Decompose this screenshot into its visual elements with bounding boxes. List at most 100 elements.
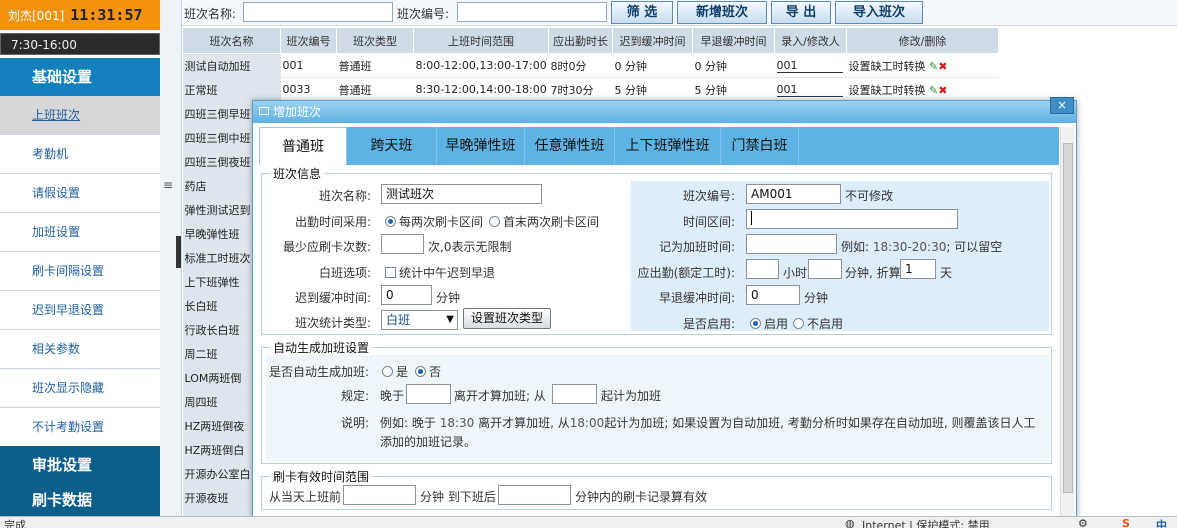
col-header[interactable]: 班次类型 [336,27,414,54]
menu-section-approval[interactable]: 审批设置 [0,446,160,484]
day-equivalent-input[interactable]: 1 [900,259,936,279]
convert-link[interactable]: 设置缺工时转换 [849,84,926,97]
menu-item-shift-visibility[interactable]: 班次显示隐藏 [0,369,160,408]
settings-icon[interactable]: ⚙ [1078,517,1088,528]
delete-icon[interactable]: ✖ [938,84,947,97]
tab-access-day[interactable]: 门禁白班 [721,127,799,165]
radio-icon [385,216,396,227]
min-punch-label: 最少应刷卡次数: [282,240,371,254]
close-icon[interactable]: × [1050,97,1074,114]
tab-flex-any[interactable]: 任意弹性班 [525,127,615,165]
min-punch-input[interactable] [381,234,424,254]
col-header[interactable]: 应出勤时长 [548,27,613,54]
time-range-label: 时间区间: [682,215,735,229]
menu-section-card-data[interactable]: 刷卡数据 [0,484,160,516]
rule-label: 规定: [340,389,369,403]
col-header[interactable]: 班次名称 [182,27,281,54]
export-button[interactable]: 导 出 [771,1,831,24]
due-hours-label: 应出勤(额定工时): [637,266,735,280]
noon-late-checkbox[interactable]: 统计中午迟到早退 [385,264,495,281]
add-shift-button[interactable]: 新增班次 [677,1,767,24]
radio-icon [415,366,426,377]
punch-option-first-last[interactable]: 首末两次刷卡区间 [489,213,599,230]
tab-flex-in-out[interactable]: 上下班弹性班 [615,127,721,165]
punch-option-each[interactable]: 每两次刷卡区间 [385,213,483,230]
col-header[interactable]: 班次编号 [280,27,337,54]
filter-button[interactable]: 筛 选 [611,1,673,24]
col-header[interactable]: 修改/删除 [846,27,999,54]
cell-code: 0033 [280,77,337,102]
delete-icon[interactable]: ✖ [938,60,947,73]
grip-icon: ≡ [163,178,174,192]
dialog-titlebar[interactable]: 增加班次 × [253,97,1076,123]
valid-prefix: 从当天上班前 [269,490,342,504]
edit-icon[interactable]: ✎ [929,60,938,73]
stat-type-select[interactable]: 白班 ▼ [381,310,458,330]
tab-normal[interactable]: 普通班 [259,127,347,165]
filter-code-input[interactable] [457,2,607,22]
edit-icon[interactable]: ✎ [929,84,938,97]
late-buffer-input[interactable]: 0 [381,285,432,305]
menu-item-devices[interactable]: 考勤机 [0,135,160,174]
set-shift-type-button[interactable]: 设置班次类型 [463,308,551,329]
sidebar-splitter[interactable]: ≡ [160,0,182,516]
enabled-off-label: 不启用 [807,317,844,331]
col-header[interactable]: 早退缓冲时间 [692,27,775,54]
import-button[interactable]: 导入班次 [835,1,923,24]
section-title: 自动生成加班设置 [273,341,370,355]
min-punch-hint: 次,0表示无限制 [428,240,512,254]
cell-late: 5 分钟 [612,77,693,102]
menu-item-leave[interactable]: 请假设置 [0,174,160,213]
valid-middle: 分钟 到下班后 [420,490,496,504]
ime-icon[interactable]: S [1122,517,1130,528]
shift-code-input[interactable]: AM001 [746,184,841,204]
checkbox-icon [385,267,396,278]
convert-link[interactable]: 设置缺工时转换 [849,60,926,73]
col-header[interactable]: 录入/修改人 [774,27,847,54]
enabled-on-label: 启用 [764,317,789,331]
note-line-2: 添加的加班记录。 [380,435,477,449]
tab-overnight[interactable]: 跨天班 [347,127,437,165]
dialog-scrollbar[interactable] [1060,127,1074,519]
col-header[interactable]: 迟到缓冲时间 [612,27,693,54]
menu-item-punch-interval[interactable]: 刷卡间隔设置 [0,252,160,291]
shift-name-input[interactable]: 测试班次 [381,184,542,204]
auto-ot-no-radio[interactable]: 否 [415,363,441,380]
col-header[interactable]: 上班时间范围 [413,27,549,54]
ot-time-input[interactable] [746,234,837,254]
punch-option-first-last-label: 首末两次刷卡区间 [503,215,600,229]
menu-item-exempt[interactable]: 不计考勤设置 [0,408,160,447]
collapse-handle[interactable] [176,236,181,268]
shift-type-tabs: 普通班 跨天班 早晚弹性班 任意弹性班 上下班弹性班 门禁白班 [259,127,1059,165]
leave-after-input[interactable] [406,384,451,404]
security-zone[interactable]: Internet | 保护模式: 禁用 [862,517,990,528]
table-row[interactable]: 正常班 0033 普通班 8:30-12:00,14:00-18:00 7时30… [182,77,999,102]
menu-item-params[interactable]: 相关参数 [0,330,160,369]
ime-mode-icon[interactable]: 中 [1156,517,1167,528]
code-hint: 不可修改 [845,189,894,203]
scroll-thumb[interactable] [1063,143,1073,493]
menu-item-overtime[interactable]: 加班设置 [0,213,160,252]
menu-section-basic[interactable]: 基础设置 [0,58,160,96]
after-end-input[interactable] [498,485,571,505]
auto-ot-yes-radio[interactable]: 是 [382,363,408,380]
table-row[interactable]: 测试自动加班 001 普通班 8:00-12:00,13:00-17:00 8时… [182,53,999,78]
note-part: 离开才算加班, 从 [474,416,570,430]
tab-flex-morning-evening[interactable]: 早晚弹性班 [437,127,525,165]
count-from-input[interactable] [552,384,597,404]
due-hours-input[interactable] [746,259,779,279]
enabled-on-radio[interactable]: 启用 [750,315,788,332]
before-start-input[interactable] [343,485,416,505]
menu-item-shifts[interactable]: 上班班次 [0,96,160,135]
menu-list: 上班班次 考勤机 请假设置 加班设置 刷卡间隔设置 迟到早退设置 相关参数 班次… [0,96,160,447]
hour-unit: 小时 [783,266,808,280]
early-buffer-input[interactable]: 0 [746,285,800,305]
enabled-off-radio[interactable]: 不启用 [793,315,843,332]
cell-actions: 设置缺工时转换 ✎✖ [846,53,999,78]
due-minutes-input[interactable] [808,259,842,279]
ot-time-label: 记为加班时间: [658,240,735,254]
note-part: 起计为加班; 如果设置为自动加班, 考勤分析时如果存在自动加班, 则覆盖该日人工 [604,416,1036,430]
time-range-input[interactable] [746,209,958,229]
menu-item-late-early[interactable]: 迟到早退设置 [0,291,160,330]
filter-name-input[interactable] [243,2,393,22]
